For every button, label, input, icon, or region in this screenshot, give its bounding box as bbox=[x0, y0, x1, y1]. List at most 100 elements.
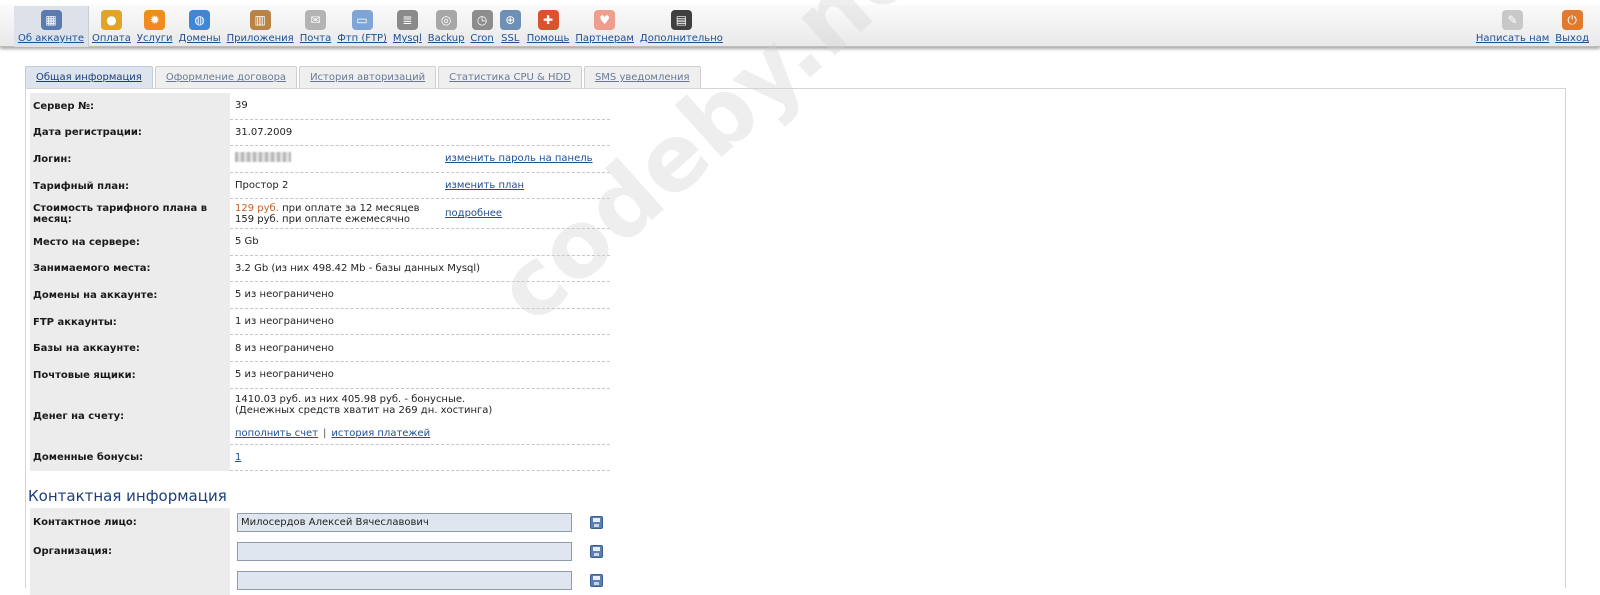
toolbar-item-label: Приложения bbox=[226, 33, 294, 44]
table-row: Дата регистрации: 31.07.2009 bbox=[30, 119, 610, 147]
toolbar-item-label: SSL bbox=[501, 33, 520, 44]
organization-input[interactable] bbox=[237, 542, 572, 561]
toolbar-item-box[interactable]: ▥ Приложения bbox=[224, 6, 297, 47]
table-row: Стоимость тарифного плана в месяц: 129 р… bbox=[30, 199, 610, 229]
content-panel: Сервер №: 39 Дата регистрации: 31.07.200… bbox=[25, 88, 1566, 595]
tab-general-info[interactable]: Общая информация bbox=[25, 66, 153, 88]
account-icon: ▦ bbox=[40, 10, 62, 30]
toolbar-item-coins[interactable]: ● Оплата bbox=[89, 6, 134, 47]
piggybank-icon: ♥ bbox=[594, 10, 616, 30]
table-row: Место на сервере: 5 Gb bbox=[30, 228, 610, 256]
used-space-value: 3.2 Gb (из них 498.42 Mb - базы данных M… bbox=[235, 262, 481, 274]
box-icon: ▥ bbox=[249, 10, 271, 30]
mail-icon: ✉ bbox=[304, 10, 326, 30]
login-value-blurred bbox=[235, 152, 291, 163]
toolbar-item-globe[interactable]: ◍ Домены bbox=[176, 6, 224, 47]
price-annual-note: при оплате за 12 месяцев bbox=[282, 202, 420, 214]
mailboxes-label: Почтовые ящики: bbox=[30, 361, 230, 389]
save-icon[interactable] bbox=[590, 516, 603, 529]
change-plan-link[interactable]: изменить план bbox=[445, 180, 524, 191]
toolbar-item-lock[interactable]: ⊕ SSL bbox=[497, 6, 524, 47]
change-password-link[interactable]: изменить пароль на панель bbox=[445, 153, 593, 164]
plan-label: Тарифный план: bbox=[30, 172, 230, 200]
cost-label: Стоимость тарифного плана в месяц: bbox=[30, 199, 230, 229]
toolbar-item-label: Услуги bbox=[136, 33, 173, 44]
topup-link[interactable]: пополнить счет bbox=[235, 428, 318, 439]
device-icon: ▤ bbox=[670, 10, 692, 30]
toolbar-item-label: Оплата bbox=[92, 33, 131, 44]
toolbar-item-account[interactable]: ▦ Об аккаунте bbox=[14, 6, 89, 47]
disk-space-value: 5 Gb bbox=[235, 236, 259, 248]
toolbar-left: ▦ Об аккаунте ● Оплата ✹ Услуги ◍ Домены ▥ Прилож… bbox=[14, 6, 726, 47]
databases-value: 8 из неограничено bbox=[235, 342, 334, 354]
globe-icon: ◍ bbox=[189, 10, 211, 30]
payment-history-link[interactable]: история платежей bbox=[331, 428, 430, 439]
toolbar-right: ✎ Написать нам ⏻ Выход bbox=[1473, 6, 1592, 47]
save-icon[interactable] bbox=[590, 545, 603, 558]
domain-bonus-label: Доменные бонусы: bbox=[30, 444, 230, 472]
tab-bar: Общая информация Оформление договора Ист… bbox=[25, 66, 703, 88]
table-row: Базы на аккаунте: 8 из неограничено bbox=[30, 335, 610, 362]
toolbar-item-ftp-folder[interactable]: ▭ Фтп (FTP) bbox=[334, 6, 390, 47]
contact-info-table: Контактное лицо: Организация: bbox=[30, 508, 610, 595]
plan-value: Простор 2 bbox=[235, 180, 289, 192]
toolbar-item-clock[interactable]: ◷ Cron bbox=[467, 6, 496, 47]
toolbar-item-disc[interactable]: ◎ Backup bbox=[425, 6, 468, 47]
toolbar-item-label: Cron bbox=[470, 33, 494, 44]
toolbar-item-device[interactable]: ▤ Дополнительно bbox=[637, 6, 726, 47]
table-row: Домены на аккаунте: 5 из неограничено bbox=[30, 282, 610, 309]
ftp-value: 1 из неограничено bbox=[235, 316, 334, 328]
lifebuoy-icon: ✚ bbox=[537, 10, 559, 30]
services-icon: ✹ bbox=[144, 10, 166, 30]
details-link[interactable]: подробнее bbox=[445, 208, 502, 219]
next-field-input[interactable] bbox=[237, 571, 572, 590]
toolbar-item-label: Выход bbox=[1555, 33, 1589, 44]
table-row: Тарифный план: Простор 2 изменить план bbox=[30, 172, 610, 200]
toolbar-item-label: Об аккаунте bbox=[18, 33, 84, 44]
balance-label: Денег на счету: bbox=[30, 388, 230, 445]
organization-label: Организация: bbox=[30, 537, 230, 566]
mailboxes-value: 5 из неограничено bbox=[235, 369, 334, 381]
disc-icon: ◎ bbox=[435, 10, 457, 30]
toolbar-item-label: Написать нам bbox=[1475, 33, 1550, 44]
tab-cpu-hdd-stats[interactable]: Статистика CPU & HDD bbox=[438, 66, 582, 88]
account-info-table: Сервер №: 39 Дата регистрации: 31.07.200… bbox=[30, 93, 610, 472]
clock-icon: ◷ bbox=[471, 10, 493, 30]
domains-label: Домены на аккаунте: bbox=[30, 282, 230, 309]
domain-bonus-link[interactable]: 1 bbox=[235, 452, 241, 463]
reg-date-value: 31.07.2009 bbox=[235, 126, 293, 138]
ftp-folder-icon: ▭ bbox=[351, 10, 373, 30]
coins-icon: ● bbox=[100, 10, 122, 30]
tab-auth-history[interactable]: История авторизаций bbox=[299, 66, 437, 88]
toolbar-item-mail[interactable]: ✉ Почта bbox=[297, 6, 335, 47]
domains-value: 5 из неограничено bbox=[235, 289, 334, 301]
toolbar-item-services[interactable]: ✹ Услуги bbox=[134, 6, 176, 47]
contact-person-label: Контактное лицо: bbox=[30, 508, 230, 537]
table-row: FTP аккаунты: 1 из неограничено bbox=[30, 308, 610, 336]
toolbar-item-piggybank[interactable]: ♥ Партнерам bbox=[572, 6, 637, 47]
table-row: Логин: изменить пароль на панель bbox=[30, 146, 610, 173]
balance-line2: (Денежных средств хватит на 269 дн. хост… bbox=[235, 404, 493, 416]
tab-sms-notifications[interactable]: SMS уведомления bbox=[583, 66, 701, 88]
save-icon[interactable] bbox=[590, 574, 603, 587]
toolbar-item-lifebuoy[interactable]: ✚ Помощь bbox=[524, 6, 573, 47]
used-space-label: Занимаемого места: bbox=[30, 255, 230, 283]
top-toolbar: ▦ Об аккаунте ● Оплата ✹ Услуги ◍ Домены ▥ Прилож… bbox=[0, 6, 1600, 47]
next-field-label bbox=[30, 566, 230, 595]
table-row bbox=[30, 566, 610, 595]
toolbar-item-power[interactable]: ⏻ Выход bbox=[1552, 6, 1592, 47]
disk-space-label: Место на сервере: bbox=[30, 228, 230, 256]
contact-person-input[interactable] bbox=[237, 513, 572, 532]
table-row: Контактное лицо: bbox=[30, 508, 610, 537]
table-row: Почтовые ящики: 5 из неограничено bbox=[30, 361, 610, 389]
toolbar-item-write[interactable]: ✎ Написать нам bbox=[1473, 6, 1552, 47]
tab-contract[interactable]: Оформление договора bbox=[154, 66, 298, 88]
database-icon: ≣ bbox=[396, 10, 418, 30]
server-value: 39 bbox=[235, 100, 248, 112]
toolbar-item-label: Backup bbox=[427, 33, 465, 44]
server-label: Сервер №: bbox=[30, 93, 230, 120]
write-icon: ✎ bbox=[1502, 10, 1524, 30]
balance-line1: 1410.03 руб. из них 405.98 руб. - бонусн… bbox=[235, 393, 466, 405]
toolbar-item-database[interactable]: ≣ Mysql bbox=[390, 6, 425, 47]
table-row: Денег на счету: 1410.03 руб. из них 405.… bbox=[30, 388, 610, 445]
